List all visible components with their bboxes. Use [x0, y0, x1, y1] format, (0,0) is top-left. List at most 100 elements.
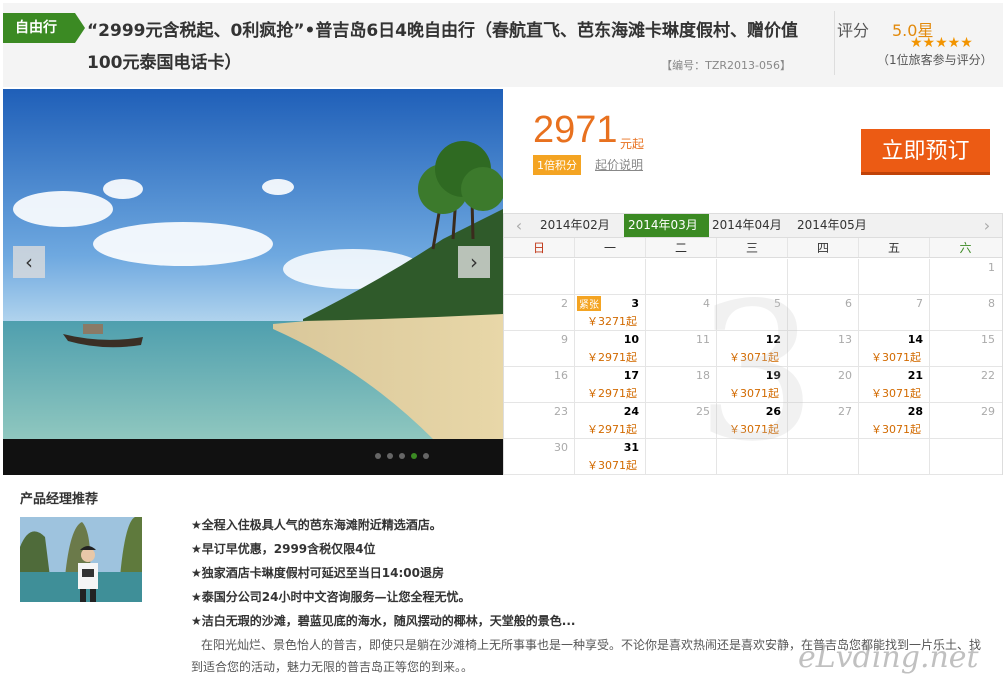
day-number: 31	[623, 441, 639, 454]
day-price: ￥3071起	[729, 351, 779, 364]
day-number: 17	[623, 369, 639, 382]
calendar-day: 11	[646, 331, 717, 367]
month-tab[interactable]: 2014年04月	[708, 214, 792, 237]
day-price: ￥2971起	[587, 423, 637, 436]
carousel-dots	[375, 453, 429, 459]
day-price: ￥2971起	[587, 387, 637, 400]
carousel-dot[interactable]	[375, 453, 381, 459]
calendar-day	[930, 439, 1001, 475]
carousel-dot-active[interactable]	[411, 453, 417, 459]
calendar-day-available[interactable]: 28 ￥3071起	[859, 403, 930, 439]
price-panel: 2971 元起 1倍积分 起价说明 立即预订	[503, 89, 1003, 211]
month-tab[interactable]: 2014年05月	[793, 214, 877, 237]
day-number: 28	[907, 405, 923, 418]
day-number: 27	[838, 405, 852, 418]
calendar-day: 9	[504, 331, 575, 367]
review-count[interactable]: （1位旅客参与评分）	[877, 51, 993, 68]
calendar-week-row: 1	[504, 259, 1002, 295]
day-number: 5	[774, 297, 781, 310]
calendar-day: 8	[930, 295, 1001, 331]
calendar-day: 25	[646, 403, 717, 439]
weekday-tue: 二	[646, 238, 717, 257]
calendar-day: 15	[930, 331, 1001, 367]
points-badge: 1倍积分	[533, 155, 581, 175]
day-number: 4	[703, 297, 710, 310]
day-number: 24	[623, 405, 639, 418]
day-number: 23	[554, 405, 568, 418]
carousel-dot[interactable]	[423, 453, 429, 459]
calendar-grid: 1 2 紧张 3 ￥3271起 4 5 6 7 8 9 10 ￥2971起 11 12 ￥3071起 13 14 ￥…	[504, 259, 1002, 475]
day-number: 19	[765, 369, 781, 382]
calendar-day: 20	[788, 367, 859, 403]
calendar-day-available[interactable]: 31 ￥3071起	[575, 439, 646, 475]
prev-month-button[interactable]: ‹	[504, 214, 534, 237]
recommend-list: ★全程入住极具人气的芭东海滩附近精选酒店。 ★早订早优惠，2999含税仅限4位 …	[191, 513, 991, 633]
calendar-day: 6	[788, 295, 859, 331]
calendar-day: 1	[930, 259, 1001, 295]
month-tabs: ‹ 2014年02月 2014年03月 2014年04月 2014年05月 ›	[504, 214, 1002, 238]
recommend-item: ★洁白无瑕的沙滩，碧蓝见底的海水，随风摆动的椰林，天堂般的景色...	[191, 614, 576, 628]
day-number: 10	[623, 333, 639, 346]
calendar-week-row: 16 17 ￥2971起 18 19 ￥3071起 20 21 ￥3071起 22	[504, 367, 1002, 403]
day-price: ￥3071起	[871, 387, 921, 400]
recommend-item: ★全程入住极具人气的芭东海滩附近精选酒店。	[191, 518, 442, 532]
price-note-link[interactable]: 起价说明	[595, 156, 643, 173]
calendar-day	[859, 439, 930, 475]
recommend-title: 产品经理推荐	[20, 492, 99, 507]
day-number: 22	[981, 369, 995, 382]
book-now-button[interactable]: 立即预订	[861, 129, 990, 175]
calendar-day-available[interactable]: 24 ￥2971起	[575, 403, 646, 439]
calendar-day: 4	[646, 295, 717, 331]
calendar-day	[717, 259, 788, 295]
calendar-day: 18	[646, 367, 717, 403]
day-number: 7	[916, 297, 923, 310]
calendar-day-available[interactable]: 12 ￥3071起	[717, 331, 788, 367]
photo-carousel[interactable]: ‹ ›	[3, 89, 503, 475]
price-unit: 元起	[620, 137, 645, 151]
day-number: 9	[561, 333, 568, 346]
calendar-day-available[interactable]: 紧张 3 ￥3271起	[575, 295, 646, 331]
month-tab-active[interactable]: 2014年03月	[624, 214, 709, 237]
weekday-header: 日 一 二 三 四 五 六	[504, 238, 1002, 258]
day-price: ￥3071起	[587, 459, 637, 472]
day-number: 16	[554, 369, 568, 382]
price-amount: 2971	[533, 109, 618, 151]
calendar-day	[504, 259, 575, 295]
calendar-week-row: 30 31 ￥3071起	[504, 439, 1002, 475]
day-number: 30	[554, 441, 568, 454]
month-tab[interactable]: 2014年02月	[536, 214, 620, 237]
day-number: 14	[907, 333, 923, 346]
carousel-next-button[interactable]: ›	[458, 246, 490, 278]
beach-photo	[3, 89, 503, 475]
calendar-day	[859, 259, 930, 295]
category-tag: 自由行	[3, 13, 85, 43]
weekday-thu: 四	[788, 238, 859, 257]
limited-badge: 紧张	[577, 296, 601, 311]
calendar-day	[788, 439, 859, 475]
day-number: 6	[845, 297, 852, 310]
day-price: ￥3071起	[871, 423, 921, 436]
carousel-prev-button[interactable]: ‹	[13, 246, 45, 278]
calendar-day-available[interactable]: 26 ￥3071起	[717, 403, 788, 439]
day-number: 8	[988, 297, 995, 310]
calendar-day-available[interactable]: 19 ￥3071起	[717, 367, 788, 403]
next-month-button[interactable]: ›	[972, 214, 1002, 237]
calendar-day-available[interactable]: 10 ￥2971起	[575, 331, 646, 367]
carousel-dot[interactable]	[399, 453, 405, 459]
carousel-dot[interactable]	[387, 453, 393, 459]
weekday-fri: 五	[859, 238, 930, 257]
weekday-wed: 三	[717, 238, 788, 257]
product-code: 【编号：TZR2013-056】	[661, 59, 791, 72]
day-number: 29	[981, 405, 995, 418]
calendar-day-available[interactable]: 14 ￥3071起	[859, 331, 930, 367]
calendar-week-row: 23 24 ￥2971起 25 26 ￥3071起 27 28 ￥3071起 29	[504, 403, 1002, 439]
calendar-day: 7	[859, 295, 930, 331]
recommend-item: ★独家酒店卡琳度假村可延迟至当日14:00退房	[191, 566, 444, 580]
calendar-day: 16	[504, 367, 575, 403]
calendar-day: 5	[717, 295, 788, 331]
header-divider	[834, 11, 835, 75]
product-header: 自由行 “2999元含税起、0利疯抢”•普吉岛6日4晚自由行（春航直飞、芭东海滩…	[3, 3, 1003, 87]
calendar-day-available[interactable]: 17 ￥2971起	[575, 367, 646, 403]
day-price: ￥2971起	[587, 351, 637, 364]
calendar-day-available[interactable]: 21 ￥3071起	[859, 367, 930, 403]
